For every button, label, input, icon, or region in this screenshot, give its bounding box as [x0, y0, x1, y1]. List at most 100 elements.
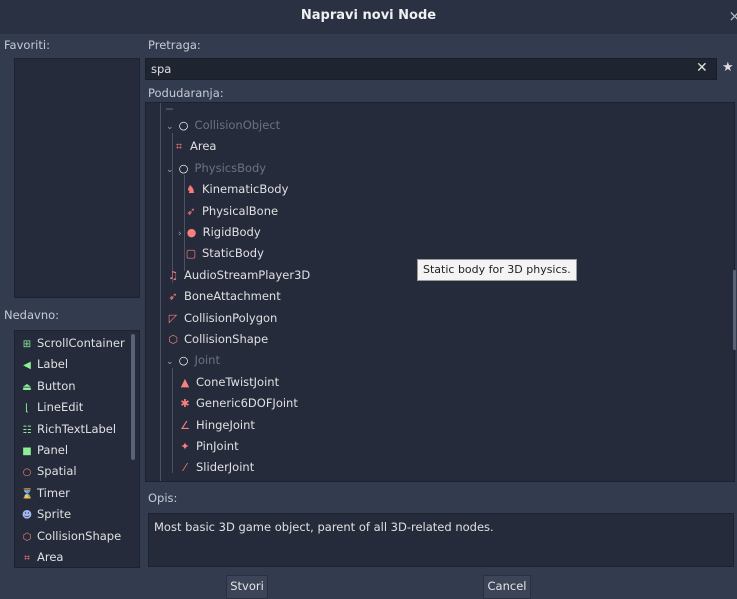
audio-stream-player-3d-icon: ♫	[168, 268, 178, 282]
tree-item[interactable]: ⌄ ○ PhysicsBody	[166, 158, 266, 179]
tree-item-label: CollisionPolygon	[184, 310, 278, 325]
cone-twist-joint-icon: ▲	[180, 375, 190, 389]
recent-item-label: CollisionShape	[37, 528, 122, 543]
dialog-titlebar: Napravi novi Node ×	[0, 0, 737, 34]
tree-item[interactable]: ♞ KinematicBody	[184, 179, 288, 200]
recent-item[interactable]: ☻ Sprite	[21, 504, 71, 525]
description-label: Opis:	[148, 491, 178, 505]
tree-item-label: HingeJoint	[196, 417, 255, 432]
tree-item[interactable]: ▢ StaticBody	[184, 243, 264, 264]
static-body-icon: ▢	[185, 247, 197, 261]
collapse-arrow-icon[interactable]: ⌄	[166, 357, 174, 367]
tree-item[interactable]: ♫ AudioStreamPlayer3D	[166, 265, 310, 286]
tree-item[interactable]: ➶ BoneAttachment	[166, 286, 281, 307]
matches-label: Podudaranja:	[148, 86, 224, 100]
expand-arrow-icon[interactable]: ›	[178, 229, 182, 239]
recent-item[interactable]: ⌊ LineEdit	[21, 397, 83, 418]
recent-item-label: Button	[37, 378, 76, 393]
tree-item-label: PinJoint	[196, 439, 239, 453]
favorites-list[interactable]	[14, 58, 140, 298]
recent-scrollbar[interactable]	[131, 334, 135, 460]
tree-item-label: SliderJoint	[196, 460, 255, 475]
hinge-joint-icon: ∠	[180, 418, 190, 432]
search-label: Pretraga:	[148, 38, 201, 52]
tree-item-label: PhysicsBody	[194, 160, 267, 175]
tree-item[interactable]: ➶ PhysicalBone	[184, 201, 278, 222]
recent-item-label: Sprite	[37, 507, 72, 522]
tree-item[interactable]: ⌄ ○ Joint	[166, 350, 220, 371]
favorite-star-icon[interactable]: ★	[722, 60, 734, 75]
recent-item[interactable]: ◀ Label	[21, 354, 68, 375]
tree-item-label: PhysicalBone	[202, 203, 279, 218]
recent-label: Nedavno:	[4, 308, 60, 322]
tree-guide-line	[160, 103, 161, 481]
line-edit-icon: ⌊	[25, 403, 29, 415]
recent-item-label: RichTextLabel	[37, 421, 117, 436]
slider-joint-icon: ⁄	[184, 461, 186, 475]
recent-item[interactable]: ⬡ CollisionShape	[21, 526, 122, 547]
tree-item[interactable]: ◸ CollisionPolygon	[166, 308, 278, 329]
bone-attachment-icon: ➶	[168, 290, 178, 304]
tree-item-label: BoneAttachment	[184, 289, 281, 304]
tree-item[interactable]: ⌗ Area	[172, 136, 217, 157]
recent-item[interactable]: ⌛ Timer	[21, 483, 70, 504]
favorites-label: Favoriti:	[4, 38, 50, 52]
collapse-arrow-icon[interactable]: ⌄	[166, 122, 174, 132]
tree-item-label: AudioStreamPlayer3D	[184, 267, 311, 282]
dialog-title: Napravi novi Node	[300, 8, 437, 23]
recent-item-label: Label	[37, 357, 69, 372]
tree-item[interactable]: ⬡ CollisionShape	[166, 329, 268, 350]
tree-item-label: CollisionShape	[184, 332, 269, 346]
search-input[interactable]: spa	[145, 58, 717, 80]
close-icon[interactable]: ×	[728, 7, 737, 25]
spatial-icon: ○	[22, 467, 32, 479]
rich-text-label-icon: ☷	[22, 424, 32, 436]
recent-item-label: ScrollContainer	[37, 336, 125, 350]
physical-bone-icon: ➶	[186, 204, 196, 218]
collision-polygon-icon: ◸	[168, 311, 178, 325]
recent-item-label: Area	[37, 550, 64, 564]
tree-item-label: RigidBody	[202, 225, 261, 239]
clear-search-icon[interactable]: ✕	[696, 60, 708, 76]
recent-item[interactable]: ○ Spatial	[21, 461, 77, 482]
area-icon: ⌗	[175, 140, 183, 154]
recent-item[interactable]: ■ Panel	[21, 440, 68, 461]
collapse-arrow-icon[interactable]: ⌄	[166, 165, 174, 175]
recent-item-label: LineEdit	[37, 400, 84, 415]
tree-item[interactable]: ▲ ConeTwistJoint	[178, 372, 279, 393]
spatial-icon: ○	[178, 354, 189, 368]
area-icon: ⌗	[24, 553, 30, 564]
tree-item-label: KinematicBody	[202, 182, 289, 197]
tree-item[interactable]: ∠ HingeJoint	[178, 415, 255, 436]
panel-icon: ■	[22, 446, 32, 457]
collision-shape-icon: ⬡	[22, 531, 32, 543]
pin-joint-icon: ✦	[180, 440, 190, 453]
matches-tree[interactable]: ─ ⌄ ○ CollisionObject ⌗ Area ⌄ ○ PhysicsBody ♞ Ki…	[145, 102, 735, 482]
kinematic-body-icon: ♞	[186, 183, 196, 197]
spatial-icon: ○	[178, 119, 189, 132]
tree-scrollbar[interactable]	[733, 270, 736, 350]
recent-item-label: Timer	[37, 485, 70, 500]
tree-item[interactable]: ⁄ SliderJoint	[178, 457, 254, 478]
description-box: Most basic 3D game object, parent of all…	[148, 513, 734, 567]
create-button[interactable]: Stvori	[226, 575, 268, 599]
label-icon: ◀	[23, 360, 31, 372]
recent-item[interactable]: ⌗ Area	[21, 547, 64, 567]
recent-item-label: Spatial	[37, 464, 77, 479]
tree-item-label: Generic6DOFJoint	[196, 396, 298, 411]
scroll-container-icon: ⊞	[22, 339, 32, 350]
tree-item[interactable]: ✱ Generic6DOFJoint	[178, 393, 298, 414]
recent-item[interactable]: ⊞ ScrollContainer	[21, 333, 125, 354]
sprite-icon: ☻	[21, 510, 33, 522]
recent-list[interactable]: ⊞ ScrollContainer ◀ Label ⏏ Button ⌊ LineEdit ☷ R…	[14, 330, 140, 568]
tooltip: Static body for 3D physics.	[417, 259, 577, 281]
tree-item-label: Joint	[194, 353, 220, 368]
recent-item[interactable]: ⏏ Button	[21, 376, 76, 397]
cancel-button[interactable]: Cancel	[483, 575, 531, 599]
tree-item[interactable]: ✦ PinJoint	[178, 436, 239, 457]
generic-6dof-joint-icon: ✱	[180, 397, 190, 411]
recent-item[interactable]: ☷ RichTextLabel	[21, 419, 117, 440]
recent-item-label: Panel	[37, 443, 69, 457]
tree-item[interactable]: › ● RigidBody	[178, 222, 261, 243]
tree-item[interactable]: ⌄ ○ CollisionObject	[166, 115, 280, 136]
